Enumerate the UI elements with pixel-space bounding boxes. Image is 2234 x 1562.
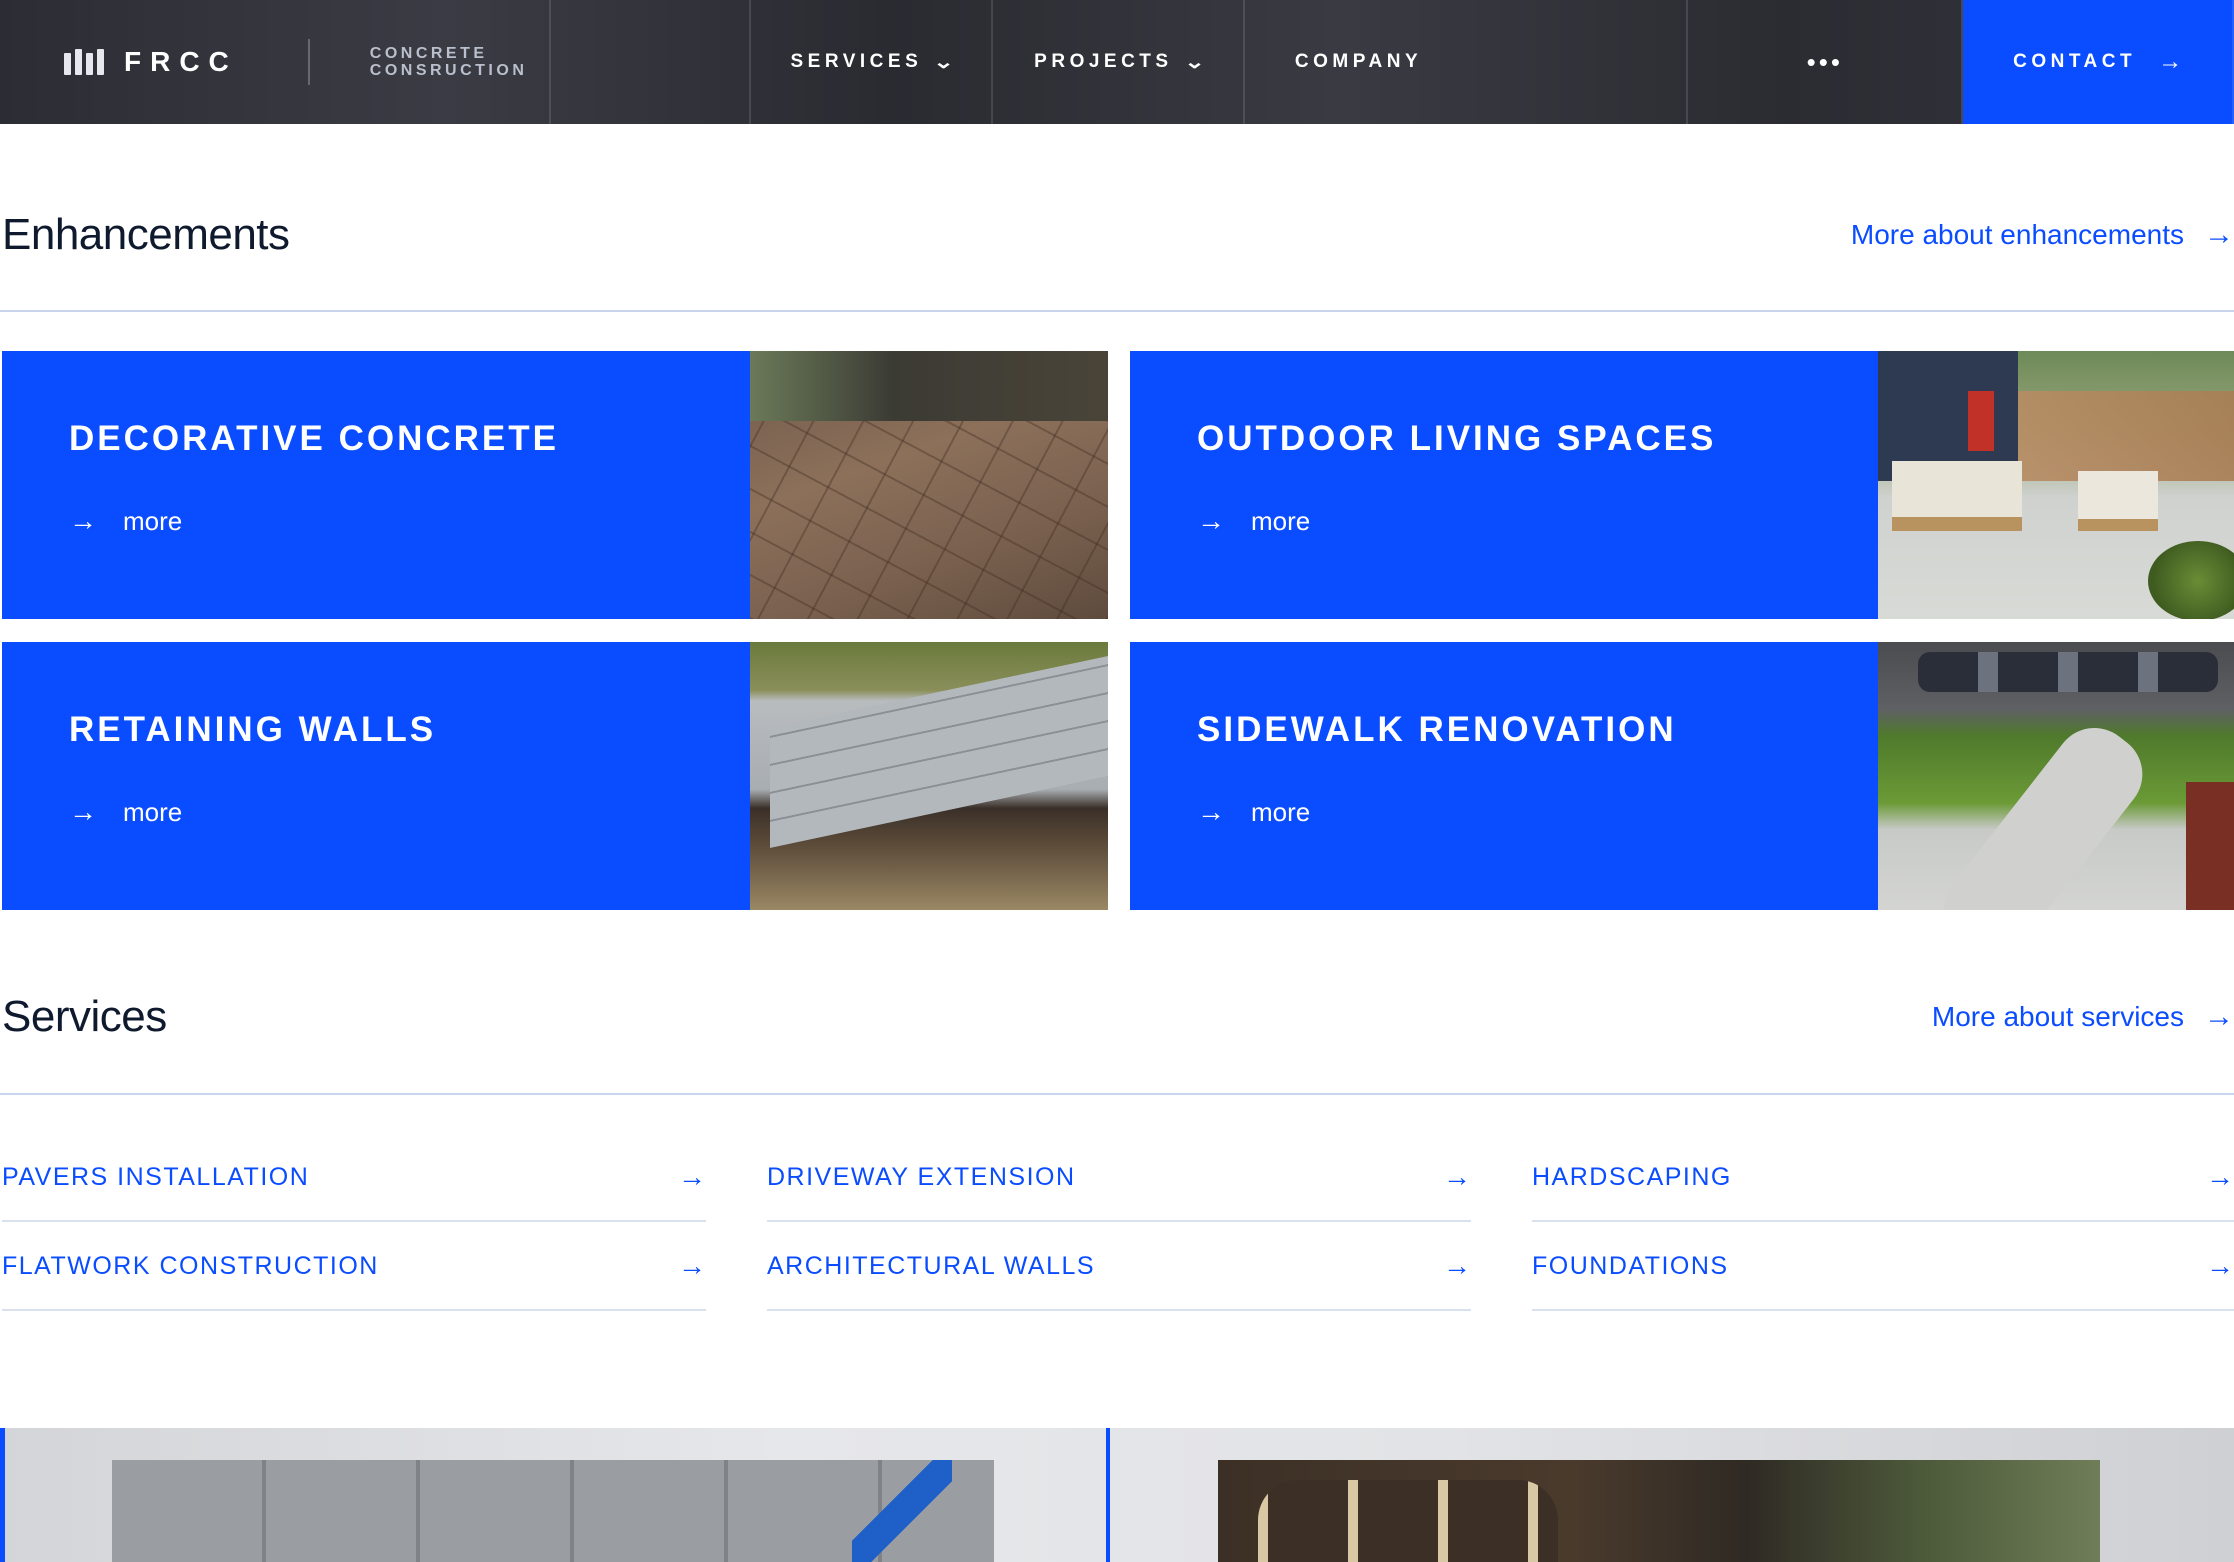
more-about-services-link[interactable]: More about services → — [1932, 1000, 2234, 1034]
card-more-label: more — [123, 796, 183, 827]
card-panel: DECORATIVE CONCRETE → more — [2, 351, 750, 619]
enhancements-header: Enhancements More about enhancements → — [2, 210, 2234, 260]
card-panel: SIDEWALK RENOVATION → more — [1130, 642, 1878, 910]
card-more-label: more — [1251, 796, 1311, 827]
service-hardscaping[interactable]: HARDSCAPING → — [1532, 1134, 2234, 1222]
service-label: FLATWORK CONSTRUCTION — [2, 1251, 379, 1280]
contact-label: CONTACT — [2013, 51, 2137, 72]
arrow-right-icon: → — [2204, 1000, 2234, 1033]
contact-button[interactable]: CONTACT → — [1963, 0, 2234, 124]
sidewalk-photo — [1878, 642, 2234, 910]
card-retaining-walls[interactable]: RETAINING WALLS → more — [2, 642, 1108, 910]
card-title: OUTDOOR LIVING SPACES — [1197, 419, 1717, 458]
card-outdoor-living-spaces[interactable]: OUTDOOR LIVING SPACES → more — [1130, 351, 2234, 619]
arrow-right-icon: → — [2158, 48, 2183, 75]
arrow-right-icon: → — [678, 1250, 706, 1281]
brand-tagline-line1: CONCRETE — [369, 45, 488, 62]
top-navigation: FRCC CONCRETE CONSRUCTION SERVICES ⌄ PRO… — [0, 0, 2234, 124]
service-driveway-extension[interactable]: DRIVEWAY EXTENSION → — [767, 1134, 1471, 1222]
more-about-enhancements-label: More about enhancements — [1850, 219, 2184, 250]
card-decorative-concrete[interactable]: DECORATIVE CONCRETE → more — [2, 351, 1108, 619]
card-panel: RETAINING WALLS → more — [2, 642, 750, 910]
card-more-link[interactable]: → more — [1197, 505, 1878, 537]
brand-tagline-line2: CONSRUCTION — [369, 62, 528, 79]
chevron-down-icon: ⌄ — [933, 51, 955, 72]
card-title: DECORATIVE CONCRETE — [69, 419, 559, 458]
arrow-right-icon: → — [1443, 1161, 1471, 1192]
pavers-project-photo[interactable] — [112, 1460, 994, 1562]
arrow-right-icon: → — [1197, 796, 1225, 827]
enhancements-title: Enhancements — [2, 210, 290, 259]
accent-marker — [1106, 1428, 1110, 1562]
service-pavers-installation[interactable]: PAVERS INSTALLATION → — [2, 1134, 706, 1222]
service-foundations[interactable]: FOUNDATIONS → — [1532, 1223, 2234, 1311]
arrow-right-icon: → — [2206, 1161, 2234, 1192]
card-more-link[interactable]: → more — [69, 505, 750, 537]
service-architectural-walls[interactable]: ARCHITECTURAL WALLS → — [767, 1223, 1471, 1311]
arrow-right-icon: → — [678, 1161, 706, 1192]
backyard-patio-photo — [1878, 351, 2234, 619]
arrow-right-icon: → — [1443, 1250, 1471, 1281]
nav-company-link[interactable]: COMPANY — [1245, 0, 1689, 124]
card-sidewalk-renovation[interactable]: SIDEWALK RENOVATION → more — [1130, 642, 2234, 910]
more-about-services-label: More about services — [1931, 1001, 2184, 1032]
service-label: FOUNDATIONS — [1532, 1251, 1729, 1280]
card-panel: OUTDOOR LIVING SPACES → more — [1130, 351, 1878, 619]
service-label: ARCHITECTURAL WALLS — [767, 1251, 1096, 1280]
nav-projects-menu[interactable]: PROJECTS ⌄ — [993, 0, 1245, 124]
brand-name: FRCC — [124, 46, 238, 77]
services-divider — [0, 1093, 2234, 1095]
service-label: PAVERS INSTALLATION — [2, 1162, 310, 1191]
card-title: SIDEWALK RENOVATION — [1197, 710, 1677, 749]
house-project-photo[interactable] — [1218, 1460, 2100, 1562]
service-label: HARDSCAPING — [1532, 1162, 1732, 1191]
card-title: RETAINING WALLS — [69, 710, 437, 749]
brand-home-link[interactable]: FRCC CONCRETE CONSRUCTION — [0, 0, 551, 124]
service-flatwork-construction[interactable]: FLATWORK CONSTRUCTION → — [2, 1223, 706, 1311]
accent-marker — [0, 1428, 5, 1562]
arrow-right-icon: → — [1197, 505, 1225, 536]
enhancements-divider — [0, 310, 2234, 312]
more-about-enhancements-link[interactable]: More about enhancements → — [1851, 218, 2234, 252]
stamped-concrete-photo — [750, 351, 1108, 619]
arrow-right-icon: → — [69, 796, 97, 827]
services-title: Services — [2, 992, 167, 1041]
service-label: DRIVEWAY EXTENSION — [767, 1162, 1076, 1191]
card-more-label: more — [123, 505, 183, 536]
services-header: Services More about services → — [2, 992, 2234, 1042]
card-more-label: more — [1251, 505, 1311, 536]
nav-spacer — [551, 0, 751, 124]
nav-company-label: COMPANY — [1294, 51, 1423, 72]
more-dots-icon[interactable]: ••• — [1688, 0, 1964, 124]
card-more-link[interactable]: → more — [69, 796, 750, 828]
frcc-logo-bars-icon — [64, 49, 104, 75]
chevron-down-icon: ⌄ — [1183, 51, 1205, 72]
arrow-right-icon: → — [69, 505, 97, 536]
brand-divider — [307, 39, 310, 85]
retaining-wall-photo — [750, 642, 1108, 910]
card-more-link[interactable]: → more — [1197, 796, 1878, 828]
nav-services-menu[interactable]: SERVICES ⌄ — [751, 0, 993, 124]
arrow-right-icon: → — [2204, 218, 2234, 251]
nav-services-label: SERVICES — [790, 51, 923, 72]
brand-tagline: CONCRETE CONSRUCTION — [370, 45, 528, 79]
projects-preview-strip — [0, 1428, 2234, 1562]
arrow-right-icon: → — [2206, 1250, 2234, 1281]
nav-projects-label: PROJECTS — [1034, 51, 1173, 72]
